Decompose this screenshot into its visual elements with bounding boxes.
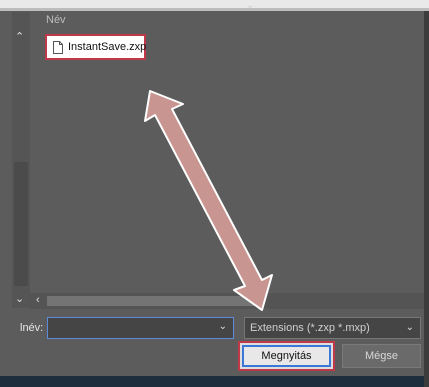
window-top-bar — [0, 0, 429, 8]
filename-input[interactable]: ⌄ — [47, 317, 234, 339]
filename-label: lnév: — [20, 322, 44, 334]
file-name: InstantSave.zxp — [68, 41, 147, 53]
dialog-right-edge — [424, 11, 429, 387]
sort-chevron-icon[interactable]: ⌄ — [246, 0, 254, 11]
open-button-highlight: Megnyitás — [238, 341, 335, 371]
open-button[interactable]: Megnyitás — [242, 345, 331, 367]
column-header-name[interactable]: Név — [46, 14, 66, 26]
scroll-up-icon[interactable]: ⌃ — [15, 30, 24, 43]
file-list-item[interactable]: InstantSave.zxp — [45, 34, 146, 60]
filename-dropdown-chevron-icon[interactable]: ⌄ — [219, 321, 227, 332]
scroll-down-icon[interactable]: ⌄ — [15, 292, 24, 305]
cancel-button[interactable]: Mégse — [342, 344, 421, 368]
vertical-scroll-thumb[interactable] — [14, 162, 28, 286]
scroll-left-icon[interactable]: ‹ — [36, 294, 40, 306]
file-type-value: Extensions (*.zxp *.mxp) — [250, 322, 370, 334]
horizontal-scroll-thumb[interactable] — [47, 296, 255, 306]
vertical-scrollbar[interactable]: ⌃ ⌄ — [12, 12, 30, 308]
file-type-select[interactable]: Extensions (*.zxp *.mxp) ⌄ — [244, 317, 421, 339]
horizontal-scrollbar[interactable]: ‹ — [30, 293, 424, 309]
document-icon — [53, 40, 63, 54]
file-type-chevron-icon[interactable]: ⌄ — [406, 321, 414, 335]
taskbar-strip — [0, 376, 424, 387]
